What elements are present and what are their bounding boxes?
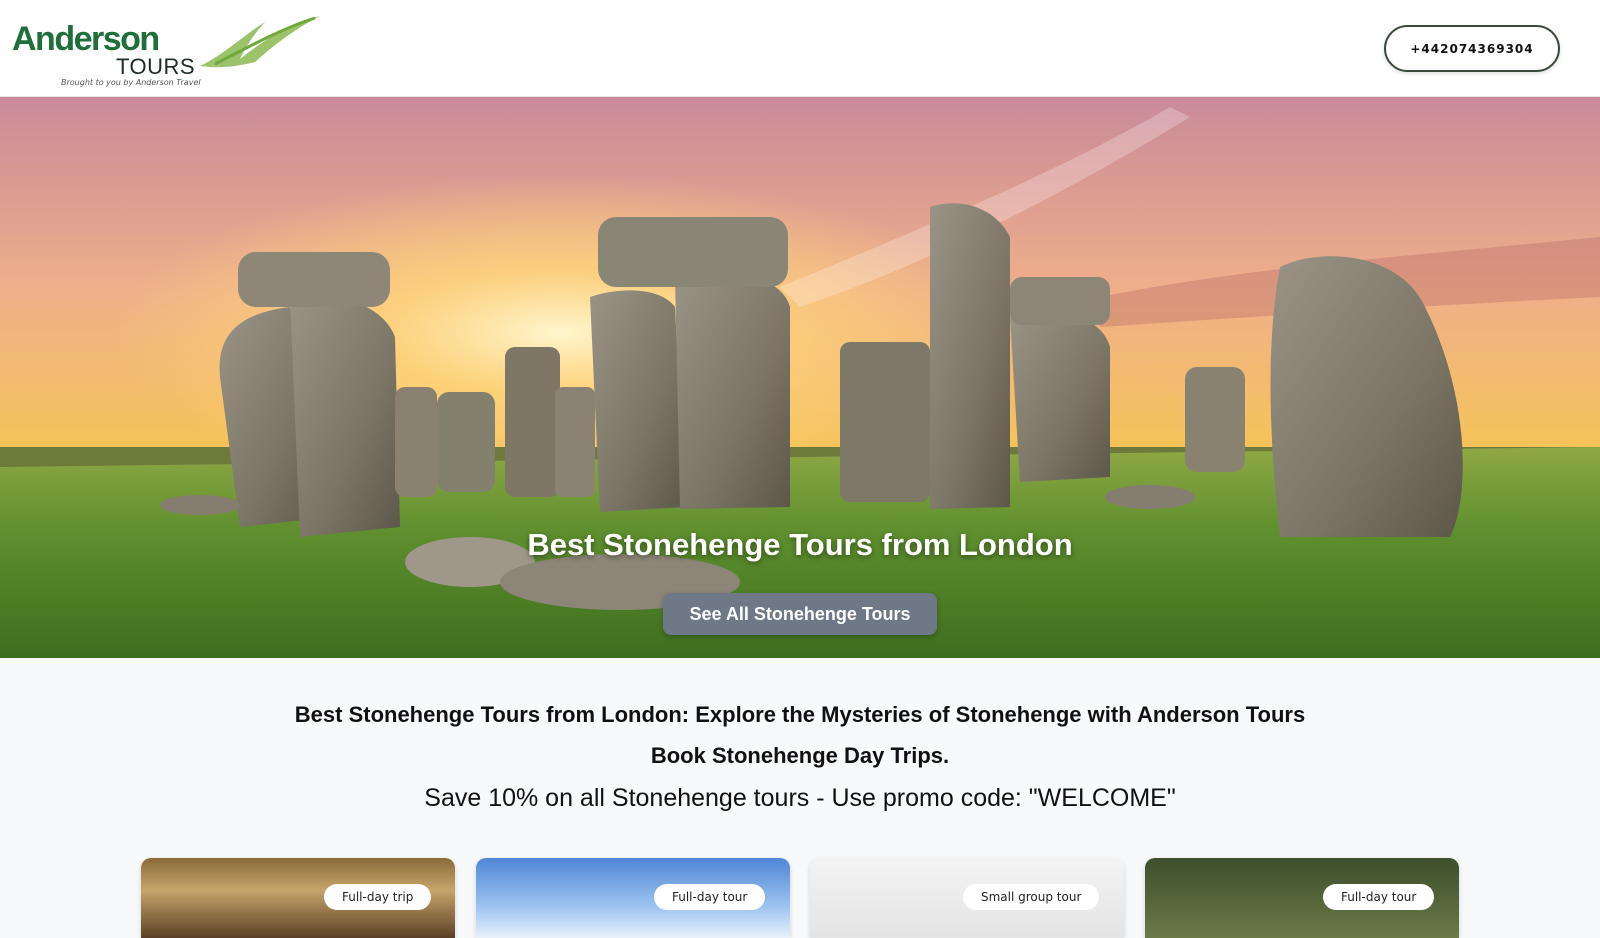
anderson-tours-logo[interactable]: Anderson TOURS Brought to you by Anderso… <box>12 12 320 90</box>
promo-text: Save 10% on all Stonehenge tours - Use p… <box>424 784 1176 812</box>
logo-sub: TOURS <box>116 54 196 79</box>
tour-type-badge: Full-day trip <box>324 884 432 910</box>
phone-button[interactable]: +442074369304 <box>1384 25 1560 72</box>
stonehenge-hero-image <box>0 97 1600 658</box>
tour-type-badge: Full-day tour <box>654 884 766 910</box>
tour-card[interactable]: Full-day tour <box>476 858 790 938</box>
intro-subheading: Book Stonehenge Day Trips. <box>650 743 950 768</box>
logo-swoosh-icon <box>200 16 320 68</box>
tour-card[interactable]: Full-day tour <box>1145 858 1459 938</box>
tour-type-badge: Full-day tour <box>1323 884 1435 910</box>
hero-title: Best Stonehenge Tours from London <box>527 527 1073 562</box>
intro-heading: Best Stonehenge Tours from London: Explo… <box>294 702 1306 727</box>
intro-section: Best Stonehenge Tours from London: Explo… <box>0 658 1600 838</box>
logo-tagline: Brought to you by Anderson Travel <box>61 78 201 87</box>
see-all-tours-button[interactable]: See All Stonehenge Tours <box>663 593 937 635</box>
hero-banner: Best Stonehenge Tours from London See Al… <box>0 97 1600 658</box>
tour-card[interactable]: Small group tour <box>810 858 1124 938</box>
tour-type-badge: Small group tour <box>963 884 1100 910</box>
tour-card[interactable]: Full-day trip <box>141 858 455 938</box>
site-header: Anderson TOURS Brought to you by Anderso… <box>0 0 1600 97</box>
